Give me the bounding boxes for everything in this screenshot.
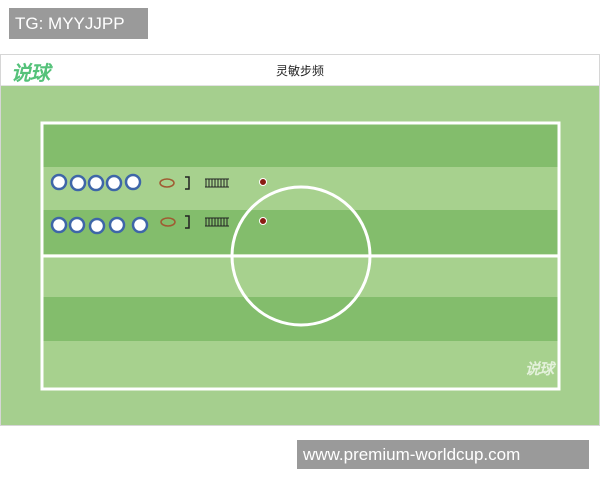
drill-panel: 说球 灵敏步频 说球 [0, 54, 600, 426]
site-watermark: www.premium-worldcup.com [297, 440, 589, 469]
field-watermark: 说球 [524, 360, 554, 378]
player-marker [108, 216, 126, 234]
player-marker [68, 216, 86, 234]
drill-title: 灵敏步频 [275, 64, 324, 78]
player-marker [131, 216, 149, 234]
cone-marker [259, 217, 267, 225]
player-marker [50, 216, 68, 234]
player-marker [87, 174, 105, 192]
pitch-diagram [40, 121, 561, 391]
player-marker [88, 217, 106, 235]
stripe [42, 341, 559, 389]
tg-watermark: TG: MYYJJPP [9, 8, 148, 39]
player-marker [69, 174, 87, 192]
player-marker [50, 173, 68, 191]
stripe [42, 254, 559, 297]
player-marker [124, 173, 142, 191]
stripe [42, 297, 559, 341]
header-bar: 说球 灵敏步频 [1, 55, 599, 86]
cone-marker [259, 178, 267, 186]
player-marker [105, 174, 123, 192]
pitch-area: 说球 [1, 86, 599, 425]
stripe [42, 123, 559, 167]
